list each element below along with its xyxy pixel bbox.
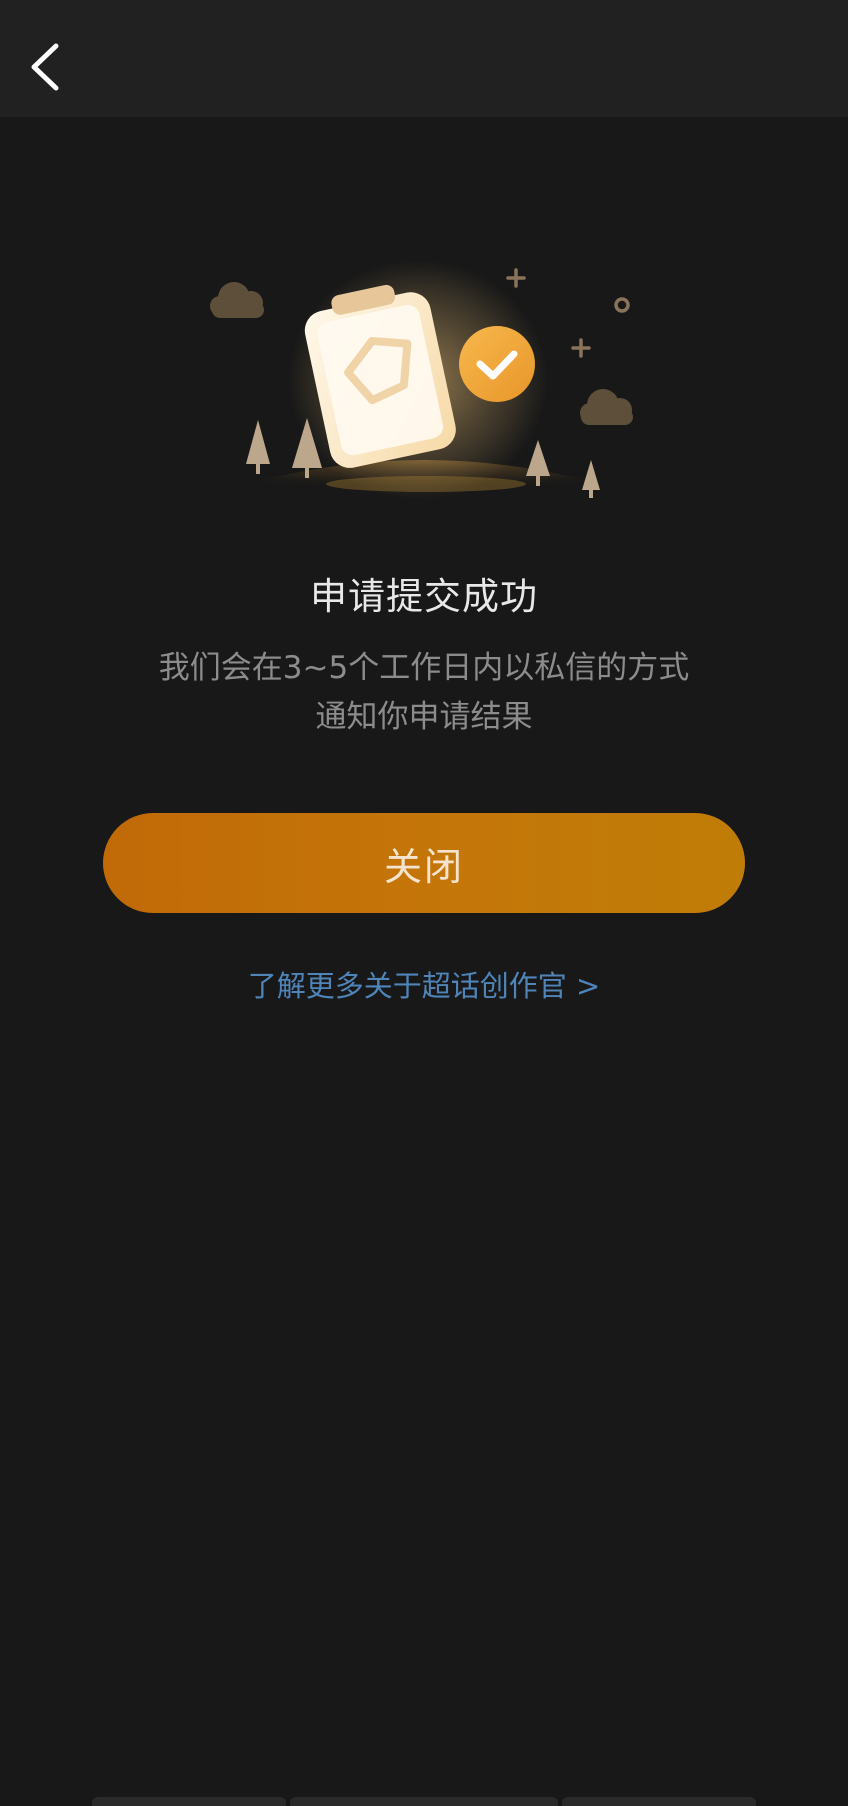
back-button[interactable]: [22, 36, 70, 96]
top-bar: [0, 0, 848, 117]
result-message: 我们会在3~5个工作日内以私信的方式 通知你申请结果: [124, 644, 724, 742]
check-circle-icon: [459, 326, 535, 402]
message-line: 通知你申请结果: [315, 699, 533, 735]
close-button[interactable]: 关闭: [103, 813, 745, 913]
cloud-icon: [210, 282, 264, 318]
bottom-tab-edge: [290, 1797, 558, 1806]
cloud-icon: [580, 389, 633, 425]
success-illustration: [150, 240, 698, 530]
bottom-tab-edge: [92, 1797, 286, 1806]
chevron-left-icon: [31, 43, 59, 91]
learn-more-link[interactable]: 了解更多关于超话创作官 >: [0, 963, 848, 1005]
bottom-tab-edge: [562, 1797, 756, 1806]
message-line: 我们会在3~5个工作日内以私信的方式: [158, 650, 690, 686]
circle-sparkle-icon: [614, 297, 630, 313]
bottom-edge: [92, 1797, 756, 1806]
success-title: 申请提交成功: [310, 575, 538, 618]
